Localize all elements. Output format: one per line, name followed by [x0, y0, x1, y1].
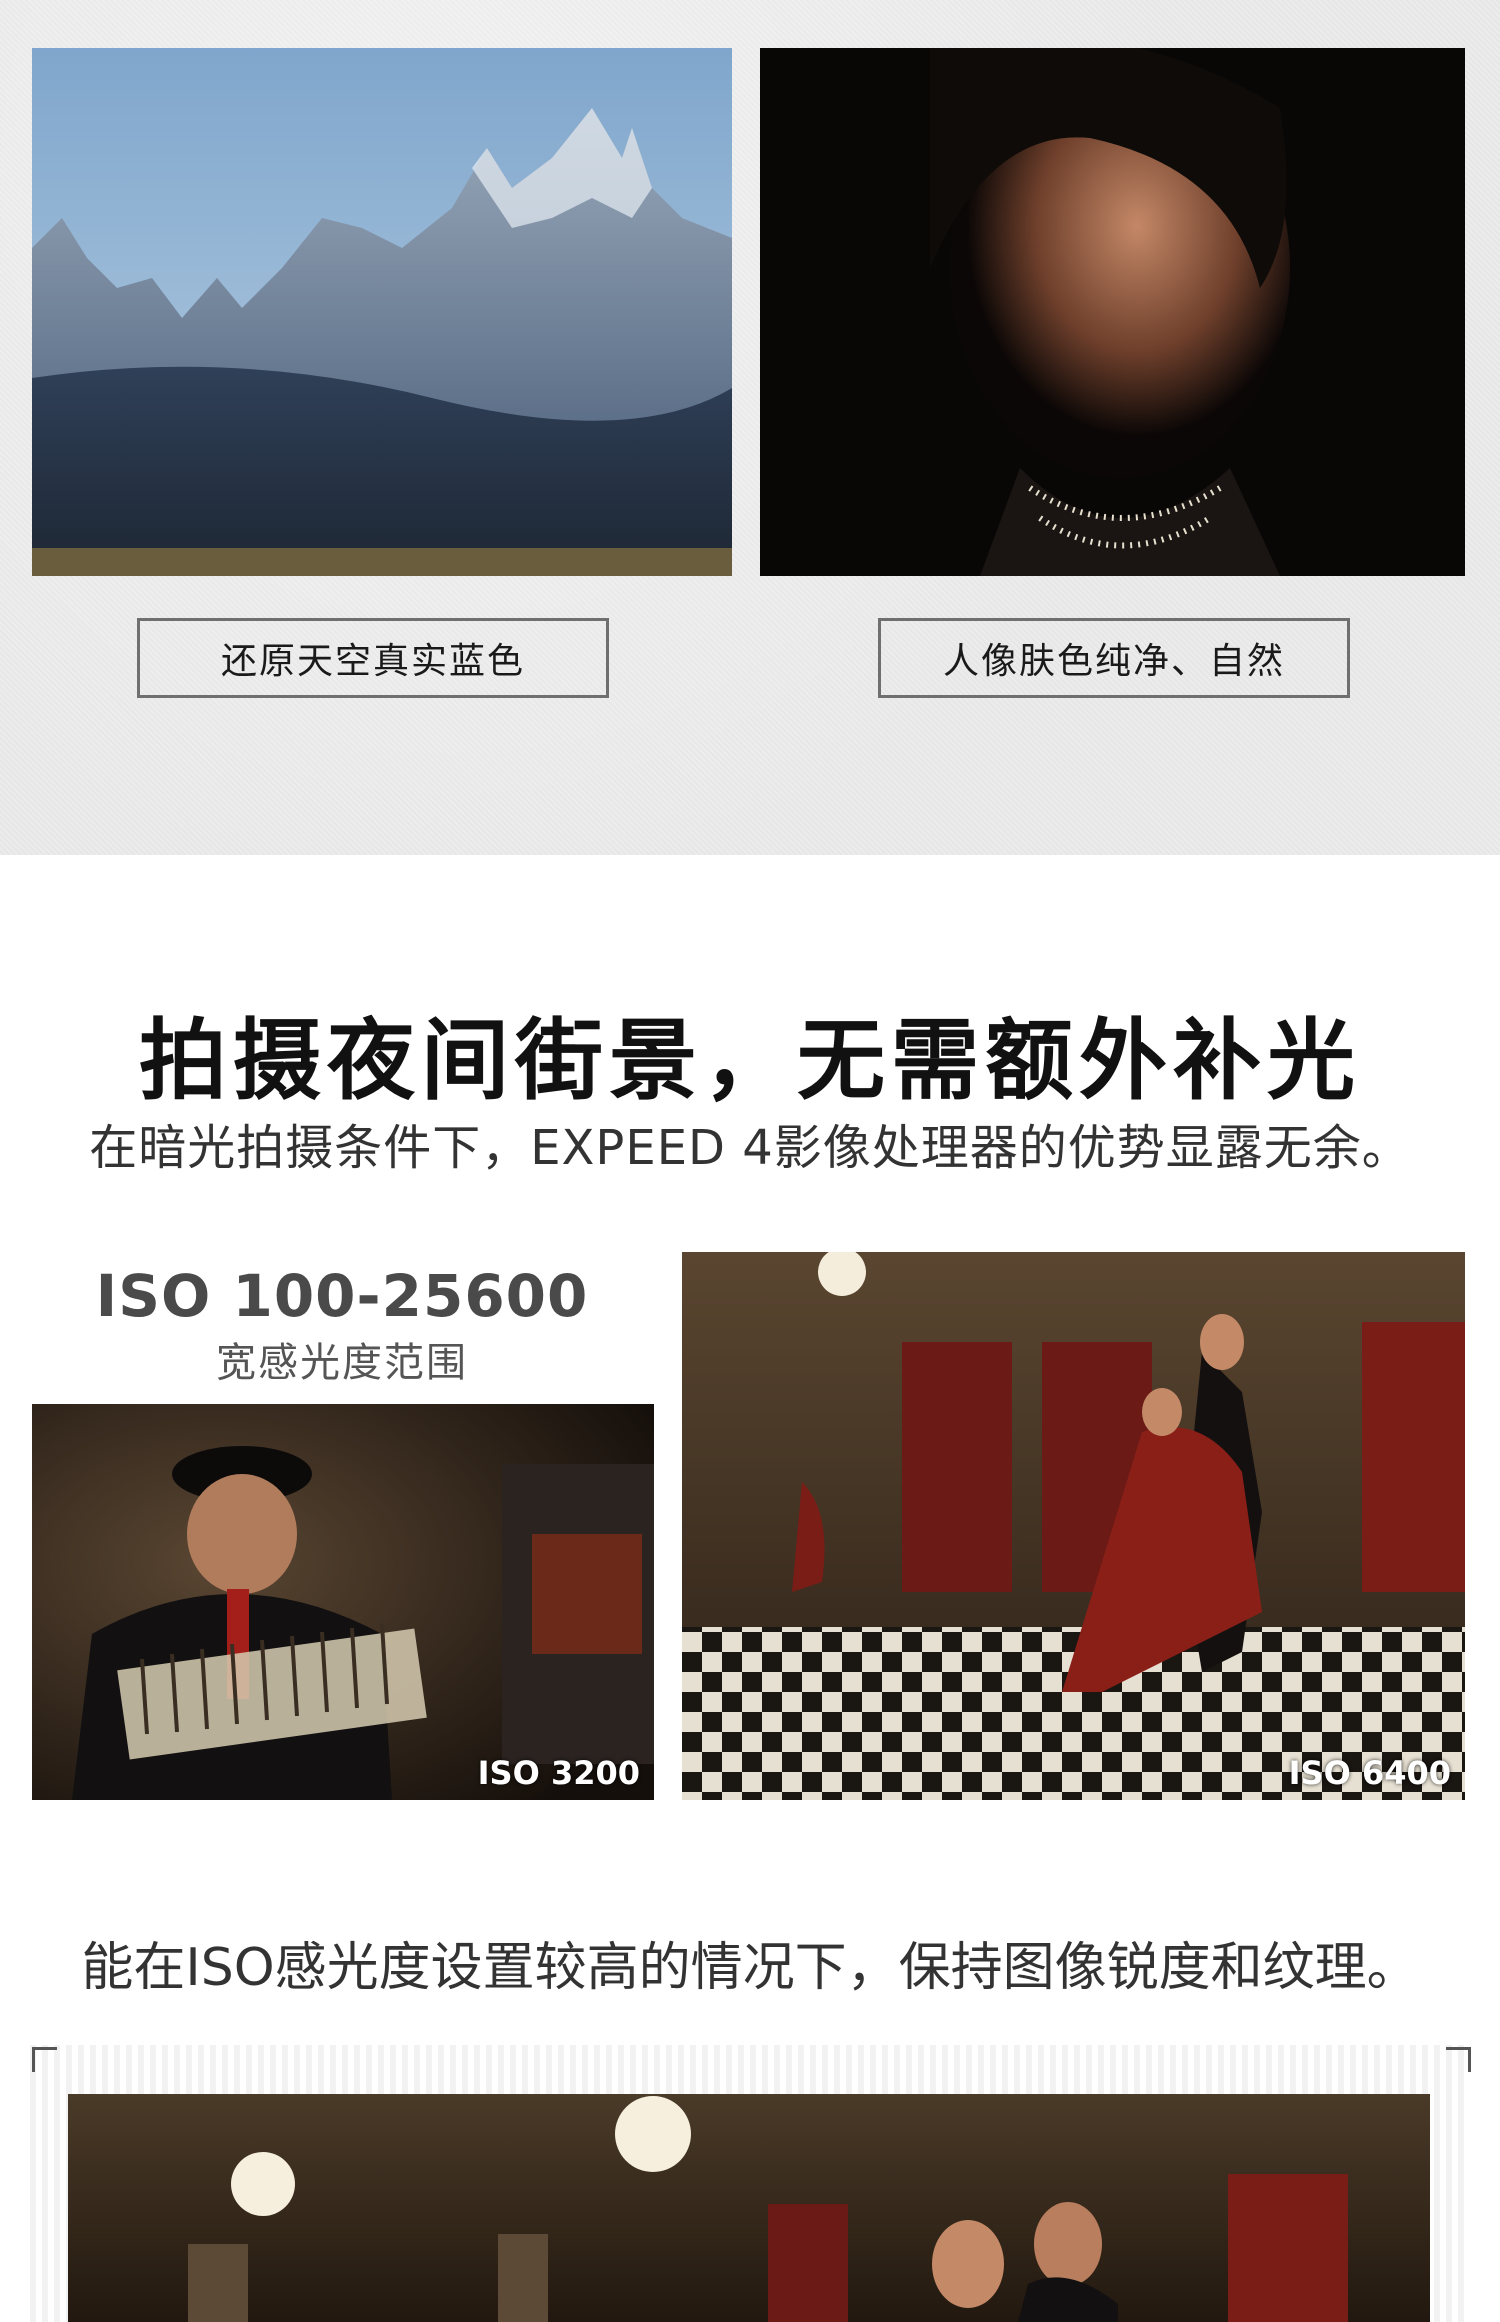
woman-portrait-photo	[760, 48, 1465, 576]
iso-note: 能在ISO感光度设置较高的情况下，保持图像锐度和纹理。	[81, 1938, 1419, 1998]
tango-dancers-photo: ISO 6400	[682, 1252, 1465, 1800]
frame-corner-top-left	[32, 2047, 57, 2072]
iso-range-label: 宽感光度范围	[216, 1340, 468, 1386]
iso-6400-label: ISO 6400	[1288, 1754, 1451, 1792]
mountain-landscape-photo	[32, 48, 732, 576]
section-heading: 拍摄夜间街景，无需额外补光	[138, 1009, 1361, 1112]
iso-range-title: ISO 100-25600	[95, 1262, 589, 1330]
landscape-caption: 还原天空真实蓝色	[137, 618, 609, 698]
tango-bar-photo	[68, 2094, 1430, 2322]
accordion-player-photo: ISO 3200	[32, 1404, 654, 1800]
portrait-caption: 人像肤色纯净、自然	[878, 618, 1350, 698]
iso-3200-label: ISO 3200	[477, 1754, 640, 1792]
section-subheading: 在暗光拍摄条件下，EXPEED 4影像处理器的优势显露无余。	[89, 1120, 1411, 1176]
frame-corner-top-right	[1446, 2047, 1471, 2072]
